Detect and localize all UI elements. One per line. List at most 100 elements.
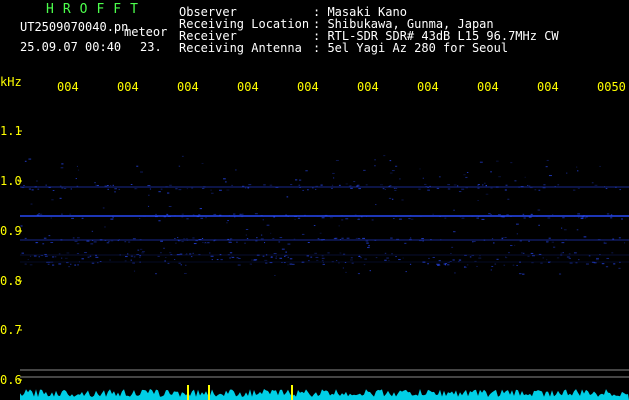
signal-speckle [591,261,595,263]
signal-speckle [35,242,39,244]
signal-speckle [457,261,460,263]
signal-speckle [260,215,263,217]
signal-speckle [181,216,184,218]
signal-speckle [260,238,264,240]
signal-speckle [117,240,119,242]
signal-speckle [136,165,139,167]
signal-speckle [77,264,79,266]
signal-speckle [40,254,44,256]
signal-speckle [228,215,230,217]
signal-speckle [463,174,466,176]
signal-speckle [110,218,114,220]
signal-speckle [458,191,462,193]
signal-speckle [548,175,552,177]
signal-speckle [491,238,494,240]
signal-traces [20,155,629,276]
signal-speckle [565,239,567,241]
signal-speckle [519,261,521,263]
signal-speckle [566,172,568,174]
signal-speckle [141,252,145,254]
signal-speckle [70,263,72,265]
signal-speckle [554,185,556,187]
signal-speckle [319,232,322,234]
signal-speckle [76,253,80,255]
signal-speckle [256,237,258,239]
signal-speckle [262,255,265,257]
signal-speckle [178,165,181,167]
signal-speckle [48,186,51,188]
signal-speckle [543,184,546,186]
signal-speckle [95,256,99,258]
signal-speckle [204,242,207,244]
signal-speckle [50,217,52,219]
signal-speckle [229,252,233,254]
signal-speckle [490,187,493,189]
signal-speckle [205,217,207,219]
signal-speckle [410,237,412,239]
info-value-antenna: : 5el Yagi Az 280 for Seoul [313,41,509,55]
signal-speckle [27,259,29,261]
signal-speckle [69,213,72,215]
signal-speckle [173,215,176,217]
signal-speckle [50,241,54,243]
signal-speckle [357,184,360,186]
signal-speckle [428,257,430,259]
signal-speckle [167,192,170,194]
signal-speckle [450,253,452,255]
signal-speckle [530,213,533,215]
signal-speckle [279,257,283,259]
signal-speckle [210,255,214,257]
signal-speckle [118,239,120,241]
signal-speckle [534,189,537,191]
signal-speckle [139,256,141,258]
signal-speckle [483,239,486,241]
signal-speckle [29,255,32,257]
signal-speckle [255,240,258,242]
signal-speckle [498,176,501,178]
signal-speckle [195,240,198,242]
signal-speckle [219,254,222,256]
signal-speckle [479,255,481,257]
signal-speckle [576,229,579,231]
signal-speckle [310,256,313,258]
signal-speckle [60,167,64,169]
signal-speckle [262,219,264,221]
signal-speckle [388,197,392,199]
signal-speckle [573,215,576,217]
signal-speckle [422,177,425,179]
signal-speckle [24,263,27,265]
signal-speckle [394,189,397,191]
signal-speckle [133,270,136,272]
signal-speckle [298,184,301,186]
signal-speckle [375,204,377,206]
signal-speckle [548,237,551,239]
signal-speckle [477,215,480,217]
signal-speckle [275,255,278,257]
signal-speckle [245,228,249,230]
signal-speckle [605,266,609,268]
signal-speckle [610,214,613,216]
signal-speckle [185,238,188,240]
signal-speckle [562,217,565,219]
signal-speckle [528,215,531,217]
signal-speckle [24,237,27,239]
signal-speckle [119,254,121,256]
signal-speckle [294,218,296,220]
signal-speckle [273,253,277,255]
signal-speckle [514,244,516,246]
noise-floor-fill [20,389,629,400]
signal-speckle [78,215,81,217]
signal-speckle [315,188,317,190]
signal-speckle [354,214,357,216]
signal-speckle [192,252,194,254]
signal-speckle [143,215,147,217]
signal-speckle [48,235,51,237]
signal-speckle [584,217,587,219]
signal-speckle [192,214,195,216]
signal-speckle [169,252,172,254]
time-tick-label: 004 [237,80,259,94]
signal-speckle [524,176,526,178]
signal-speckle [30,203,33,205]
signal-speckle [389,185,392,187]
signal-speckle [52,256,54,258]
